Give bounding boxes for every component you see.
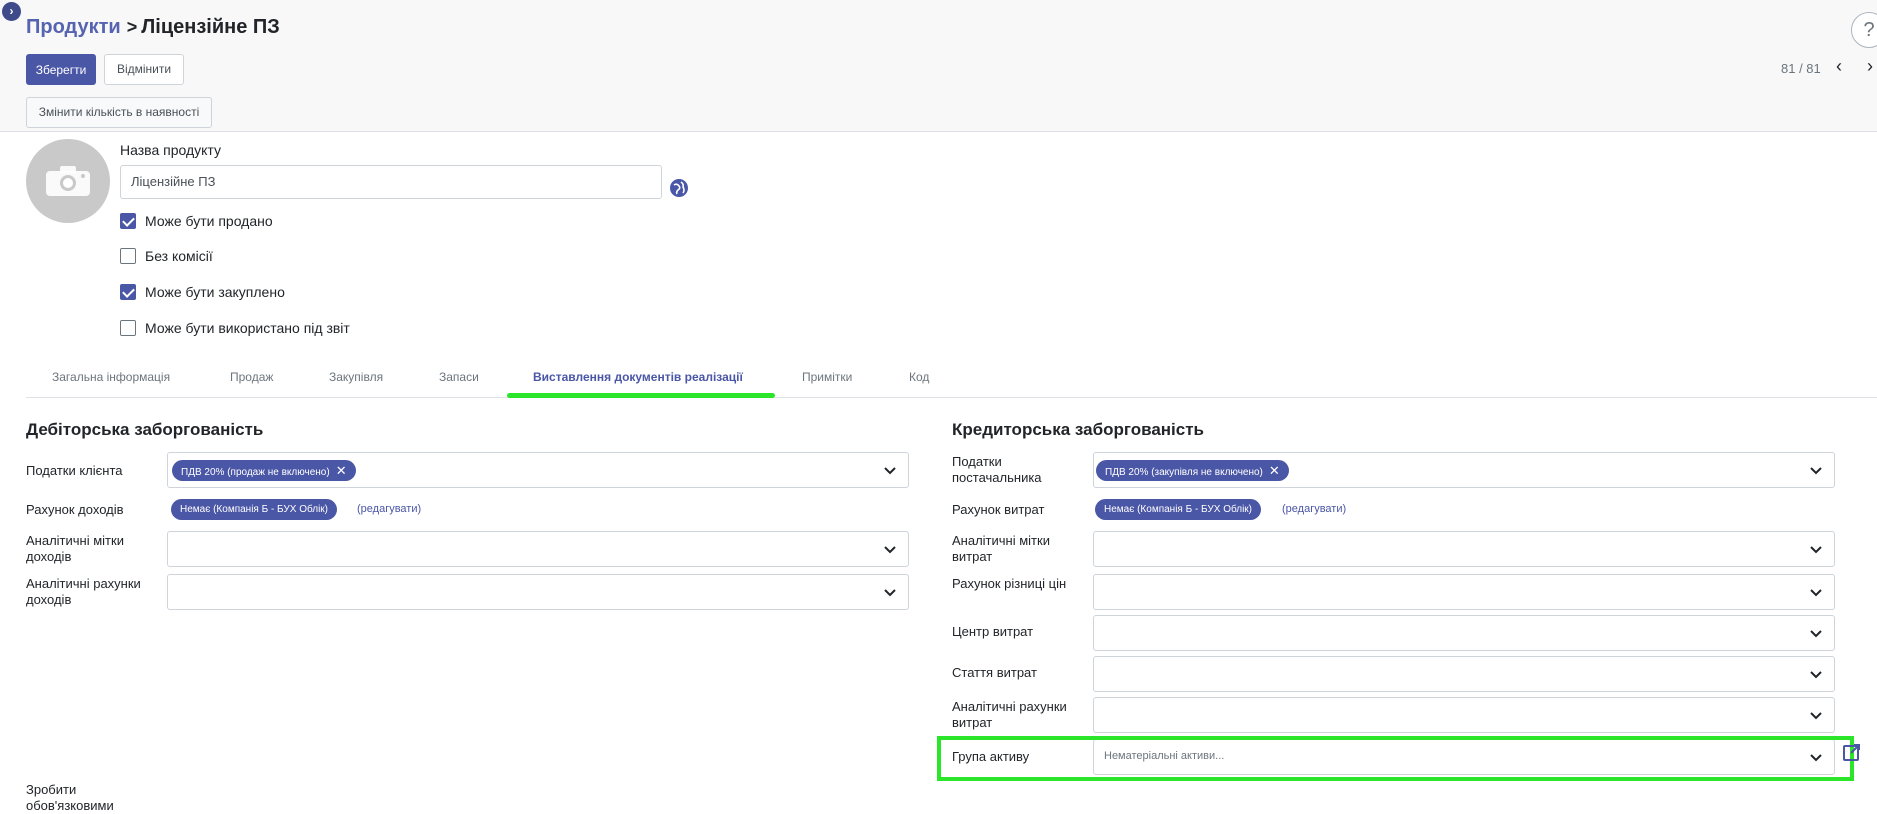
globe-icon[interactable] bbox=[669, 178, 689, 198]
income-account-tag[interactable]: Немає (Компанія Б - БУХ Облік) bbox=[171, 499, 338, 520]
can-be-purchased-checkbox[interactable] bbox=[120, 284, 136, 300]
can-be-purchased-option[interactable]: Може бути закуплено bbox=[120, 282, 285, 302]
no-commission-checkbox[interactable] bbox=[120, 248, 136, 264]
expense-analytic-accounts-field[interactable] bbox=[1093, 697, 1835, 733]
can-be-purchased-label: Може бути закуплено bbox=[145, 284, 285, 300]
breadcrumb-current: Ліцензійне ПЗ bbox=[141, 16, 280, 38]
expense-item-label: Стаття витрат bbox=[952, 665, 1037, 680]
chevron-down-icon[interactable] bbox=[1808, 541, 1824, 557]
breadcrumb-separator: > bbox=[126, 17, 138, 37]
expense-item-field[interactable] bbox=[1093, 656, 1835, 692]
can-be-sold-checkbox[interactable] bbox=[120, 213, 136, 229]
update-quantity-button[interactable]: Змінити кількість в наявності bbox=[26, 97, 212, 128]
customer-tax-tag-label: ПДВ 20% (продаж не включено) bbox=[181, 467, 330, 478]
tab-general-info[interactable]: Загальна інформація bbox=[52, 370, 170, 384]
cost-center-label: Центр витрат bbox=[952, 624, 1034, 639]
save-button[interactable]: Зберегти bbox=[26, 54, 96, 85]
no-commission-label: Без комісії bbox=[145, 248, 213, 264]
income-analytic-accounts-label: Аналітичні рахунки доходів bbox=[26, 576, 141, 607]
breadcrumb: Продукти > Ліцензійне ПЗ bbox=[26, 16, 280, 39]
external-link-icon[interactable] bbox=[1843, 743, 1861, 761]
chevron-down-icon[interactable] bbox=[882, 584, 898, 600]
cost-center-field[interactable] bbox=[1093, 615, 1835, 651]
income-account-edit-link[interactable]: (редагувати) bbox=[357, 503, 421, 515]
expense-analytic-tags-field[interactable] bbox=[1093, 531, 1835, 567]
vendor-tax-tag[interactable]: ПДВ 20% (закупівля не включено) ✕ bbox=[1096, 460, 1289, 481]
pager-prev-button[interactable]: ‹ bbox=[1831, 56, 1847, 77]
customer-tax-tag[interactable]: ПДВ 20% (продаж не включено) ✕ bbox=[172, 460, 356, 481]
remove-tag-icon[interactable]: ✕ bbox=[336, 463, 347, 478]
breadcrumb-parent-link[interactable]: Продукти bbox=[26, 16, 121, 38]
no-commission-option[interactable]: Без комісії bbox=[120, 246, 213, 266]
tab-inventory[interactable]: Запаси bbox=[439, 370, 479, 384]
can-be-expensed-option[interactable]: Може бути використано під звіт bbox=[120, 318, 350, 338]
can-be-expensed-checkbox[interactable] bbox=[120, 320, 136, 336]
discard-button[interactable]: Відмінити bbox=[104, 54, 184, 85]
vendor-tax-tag-label: ПДВ 20% (закупівля не включено) bbox=[1105, 467, 1263, 478]
remove-tag-icon[interactable]: ✕ bbox=[1269, 463, 1280, 478]
tab-invoicing[interactable]: Виставлення документів реалізації bbox=[533, 370, 743, 384]
price-difference-account-field[interactable] bbox=[1093, 574, 1835, 610]
pager-value[interactable]: 81 / 81 bbox=[1781, 61, 1821, 76]
tab-code[interactable]: Код bbox=[909, 370, 929, 384]
can-be-expensed-label: Може бути використано під звіт bbox=[145, 320, 350, 336]
vendor-taxes-label: Податки постачальника bbox=[952, 454, 1042, 485]
can-be-sold-label: Може бути продано bbox=[145, 213, 273, 229]
receivable-section-title: Дебіторська заборгованість bbox=[26, 420, 264, 439]
chevron-down-icon[interactable] bbox=[1808, 666, 1824, 682]
expense-account-tag[interactable]: Немає (Компанія Б - БУХ Облік) bbox=[1095, 499, 1262, 520]
control-panel bbox=[0, 0, 1877, 132]
make-mandatory-label: Зробити обов'язковими bbox=[26, 782, 114, 813]
can-be-sold-option[interactable]: Може бути продано bbox=[120, 211, 273, 231]
expense-account-label: Рахунок витрат bbox=[952, 502, 1045, 517]
active-tab-highlight bbox=[507, 393, 775, 398]
expense-analytic-tags-label: Аналітичні мітки витрат bbox=[952, 533, 1050, 564]
income-account-label: Рахунок доходів bbox=[26, 502, 124, 517]
price-difference-account-label: Рахунок різниці цін bbox=[952, 576, 1067, 591]
chevron-down-icon[interactable] bbox=[1808, 707, 1824, 723]
product-name-input[interactable]: Ліцензійне ПЗ bbox=[120, 165, 662, 199]
income-analytic-accounts-field[interactable] bbox=[167, 574, 909, 610]
expense-account-edit-link[interactable]: (редагувати) bbox=[1282, 503, 1346, 515]
chevron-down-icon[interactable] bbox=[1808, 625, 1824, 641]
camera-icon bbox=[46, 166, 90, 196]
vendor-taxes-field[interactable]: ПДВ 20% (закупівля не включено) ✕ bbox=[1093, 452, 1835, 488]
chevron-down-icon[interactable] bbox=[882, 462, 898, 478]
asset-group-highlight bbox=[937, 736, 1854, 781]
tab-sales[interactable]: Продаж bbox=[230, 370, 273, 384]
income-analytic-tags-field[interactable] bbox=[167, 531, 909, 567]
tab-notes[interactable]: Примітки bbox=[802, 370, 852, 384]
tab-purchase[interactable]: Закупівля bbox=[329, 370, 383, 384]
product-name-label: Назва продукту bbox=[120, 142, 221, 158]
sidebar-toggle-icon[interactable]: › bbox=[2, 2, 21, 21]
chevron-down-icon[interactable] bbox=[882, 541, 898, 557]
notebook-tabs: Загальна інформація Продаж Закупівля Зап… bbox=[26, 362, 1877, 398]
pager-next-button[interactable]: › bbox=[1862, 56, 1877, 77]
customer-taxes-field[interactable]: ПДВ 20% (продаж не включено) ✕ bbox=[167, 452, 909, 488]
payable-section-title: Кредиторська заборгованість bbox=[952, 420, 1205, 439]
expense-analytic-accounts-label: Аналітичні рахунки витрат bbox=[952, 699, 1067, 730]
customer-taxes-label: Податки клієнта bbox=[26, 463, 123, 478]
income-analytic-tags-label: Аналітичні мітки доходів bbox=[26, 533, 124, 564]
chevron-down-icon[interactable] bbox=[1808, 462, 1824, 478]
chevron-down-icon[interactable] bbox=[1808, 584, 1824, 600]
